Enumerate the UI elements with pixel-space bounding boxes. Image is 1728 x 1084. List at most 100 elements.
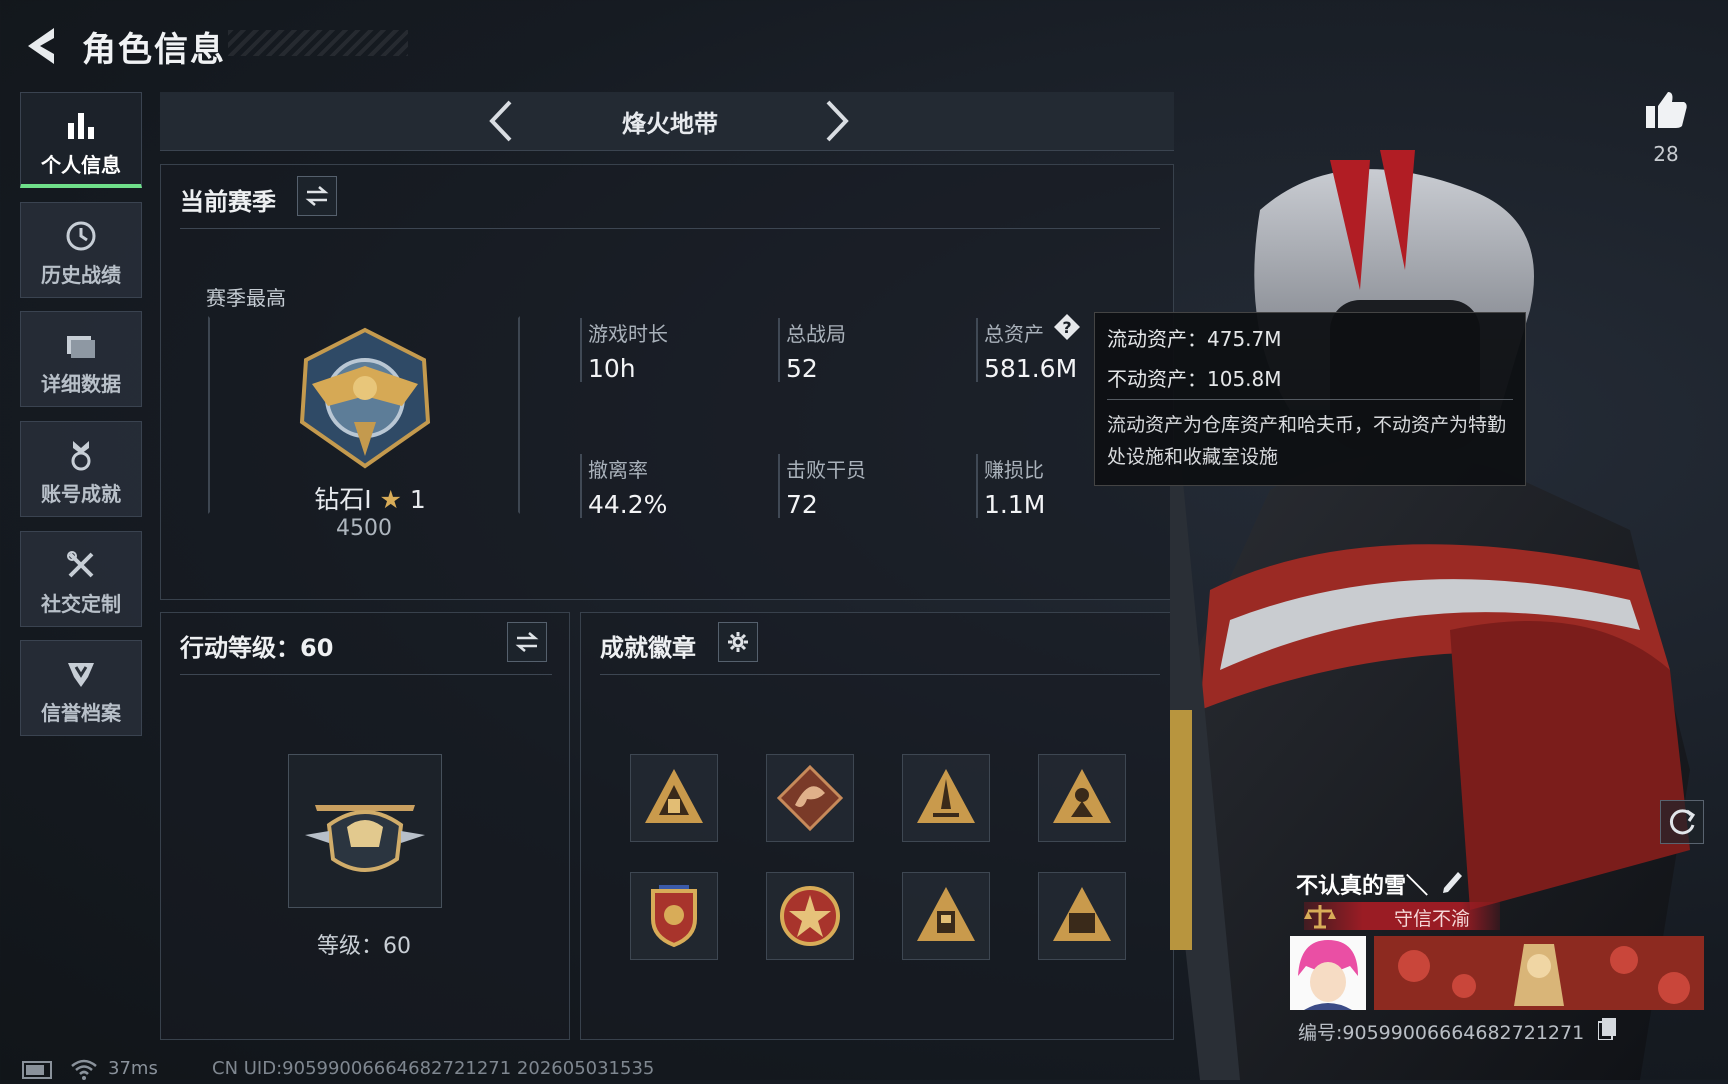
stat-label-extract-rate: 撤离率 [588, 458, 648, 482]
number-badge-icon [1053, 887, 1111, 941]
level-text: 等级：60 [317, 934, 411, 959]
star-medal-badge-icon [780, 886, 840, 946]
badge-settings-button[interactable] [718, 622, 758, 662]
stat-label-playtime: 游戏时长 [588, 322, 668, 346]
stat-label-profit-ratio: 赚损比 [984, 458, 1044, 482]
battery-icon [22, 1060, 56, 1080]
scales-icon [1304, 905, 1336, 929]
rank-emblem-icon [292, 326, 438, 474]
tooltip-fixed-assets: 不动资产：105.8M [1107, 367, 1282, 391]
divider [580, 318, 582, 382]
achievement-badge[interactable] [766, 872, 854, 960]
stat-label-kills: 击败干员 [786, 458, 866, 482]
action-level-title: 行动等级：60 [180, 634, 334, 662]
sidebar-item-personal-info[interactable]: 个人信息 [20, 92, 142, 188]
sidebar-item-details[interactable]: 详细数据 [20, 311, 142, 407]
svg-text:?: ? [1062, 318, 1071, 337]
stat-value-profit-ratio: 1.1M [984, 490, 1046, 519]
achievements-title: 成就徽章 [600, 634, 696, 662]
divider [1107, 399, 1513, 400]
helicopter-emblem-icon [305, 805, 425, 872]
achievement-badge[interactable] [902, 754, 990, 842]
sidebar-item-credit[interactable]: 信誉档案 [20, 640, 142, 736]
sidebar-item-label: 历史战绩 [41, 263, 121, 287]
divider [180, 228, 1160, 229]
sidebar-item-label: 信誉档案 [41, 701, 121, 725]
sidebar-item-label: 账号成就 [41, 482, 121, 506]
stat-value-kills: 72 [786, 490, 818, 519]
mode-title: 烽火地带 [622, 110, 718, 138]
shield-badge-icon [651, 885, 697, 948]
sidebar-item-label: 详细数据 [41, 372, 121, 396]
chevron-right-icon[interactable] [814, 96, 858, 146]
achievement-badge[interactable] [1038, 872, 1126, 960]
tools-icon [67, 551, 94, 578]
stat-value-assets: 581.6M [984, 354, 1078, 383]
rank-name: 钻石I [314, 485, 372, 514]
divider [180, 674, 552, 675]
chevron-left-icon[interactable] [480, 96, 524, 146]
achievement-badge[interactable] [902, 872, 990, 960]
profile-banner [1374, 936, 1704, 1010]
uid-line: CN UID:905990066646827212​71 20260503153… [212, 1058, 655, 1079]
avatar[interactable] [1290, 936, 1366, 1010]
season-title: 当前赛季 [180, 188, 276, 216]
trust-title: 守信不渝 [1394, 908, 1471, 930]
achievement-badge[interactable] [630, 872, 718, 960]
player-id: 编号:905990066646827212​71 [1298, 1022, 1585, 1044]
sidebar-item-label: 社交定制 [41, 592, 121, 616]
stat-value-extract-rate: 44.2% [588, 490, 668, 519]
tooltip-note: 流动资产为仓库资产和哈夫币，不动资产为特勤处设施和收藏室设施 [1107, 414, 1507, 468]
trust-title-badge: 守信不渝 [1304, 902, 1500, 930]
folder-icon [67, 336, 95, 358]
stat-value-matches: 52 [786, 354, 818, 383]
divider [600, 674, 1160, 675]
rank-stars: 1 [409, 485, 426, 514]
sidebar-item-social[interactable]: 社交定制 [20, 531, 142, 627]
tooltip-liquid-assets: 流动资产：475.7M [1107, 327, 1282, 351]
edit-pencil-icon[interactable] [1440, 866, 1466, 894]
stat-label-matches: 总战局 [786, 322, 846, 346]
assets-tooltip: 流动资产：475.7M 不动资产：105.8M 流动资产为仓库资产和哈夫币，不动… [1094, 312, 1526, 486]
history-icon [66, 221, 96, 251]
rank-score: 4500 [336, 516, 392, 541]
divider [976, 318, 978, 382]
like-count: 28 [1653, 142, 1679, 166]
divider [580, 454, 582, 518]
thumbs-up-icon[interactable] [1644, 88, 1688, 132]
divider [976, 454, 978, 518]
shield-icon [68, 663, 94, 687]
sidebar-item-history[interactable]: 历史战绩 [20, 202, 142, 298]
title-decoration [228, 30, 408, 56]
sidebar-item-label: 个人信息 [41, 153, 121, 177]
swap-icon [515, 632, 539, 652]
switch-season-button[interactable] [297, 176, 337, 216]
achievement-badge[interactable] [630, 754, 718, 842]
achievement-badge[interactable] [766, 754, 854, 842]
refresh-icon[interactable] [1660, 800, 1704, 844]
gear-icon [728, 632, 748, 652]
medal-icon [71, 441, 91, 471]
help-icon[interactable]: ? [1052, 312, 1082, 342]
player-name: 不认真的雪＼ [1296, 874, 1429, 899]
page-title: 角色信息 [82, 30, 226, 70]
triangle-badge-icon [645, 769, 703, 823]
dragon-badge-icon [777, 765, 843, 831]
sidebar-item-achievements[interactable]: 账号成就 [20, 421, 142, 517]
rocket-badge-icon [917, 769, 975, 823]
achievement-badge[interactable] [1038, 754, 1126, 842]
copy-icon[interactable] [1597, 1018, 1616, 1041]
rank-line: 钻石I ★ 1 [300, 480, 440, 516]
switch-level-button[interactable] [507, 622, 547, 662]
swap-icon [305, 186, 329, 206]
bar-chart-icon [68, 113, 94, 139]
ping-value: 37ms [108, 1058, 158, 1079]
divider [778, 318, 780, 382]
back-arrow-icon[interactable] [20, 24, 60, 68]
season-best-label: 赛季最高 [206, 286, 286, 310]
level-emblem-frame [288, 754, 442, 908]
divider [778, 454, 780, 518]
stat-label-assets: 总资产 [984, 322, 1044, 346]
wifi-icon [70, 1058, 98, 1080]
soldier-badge-icon [1053, 769, 1111, 823]
